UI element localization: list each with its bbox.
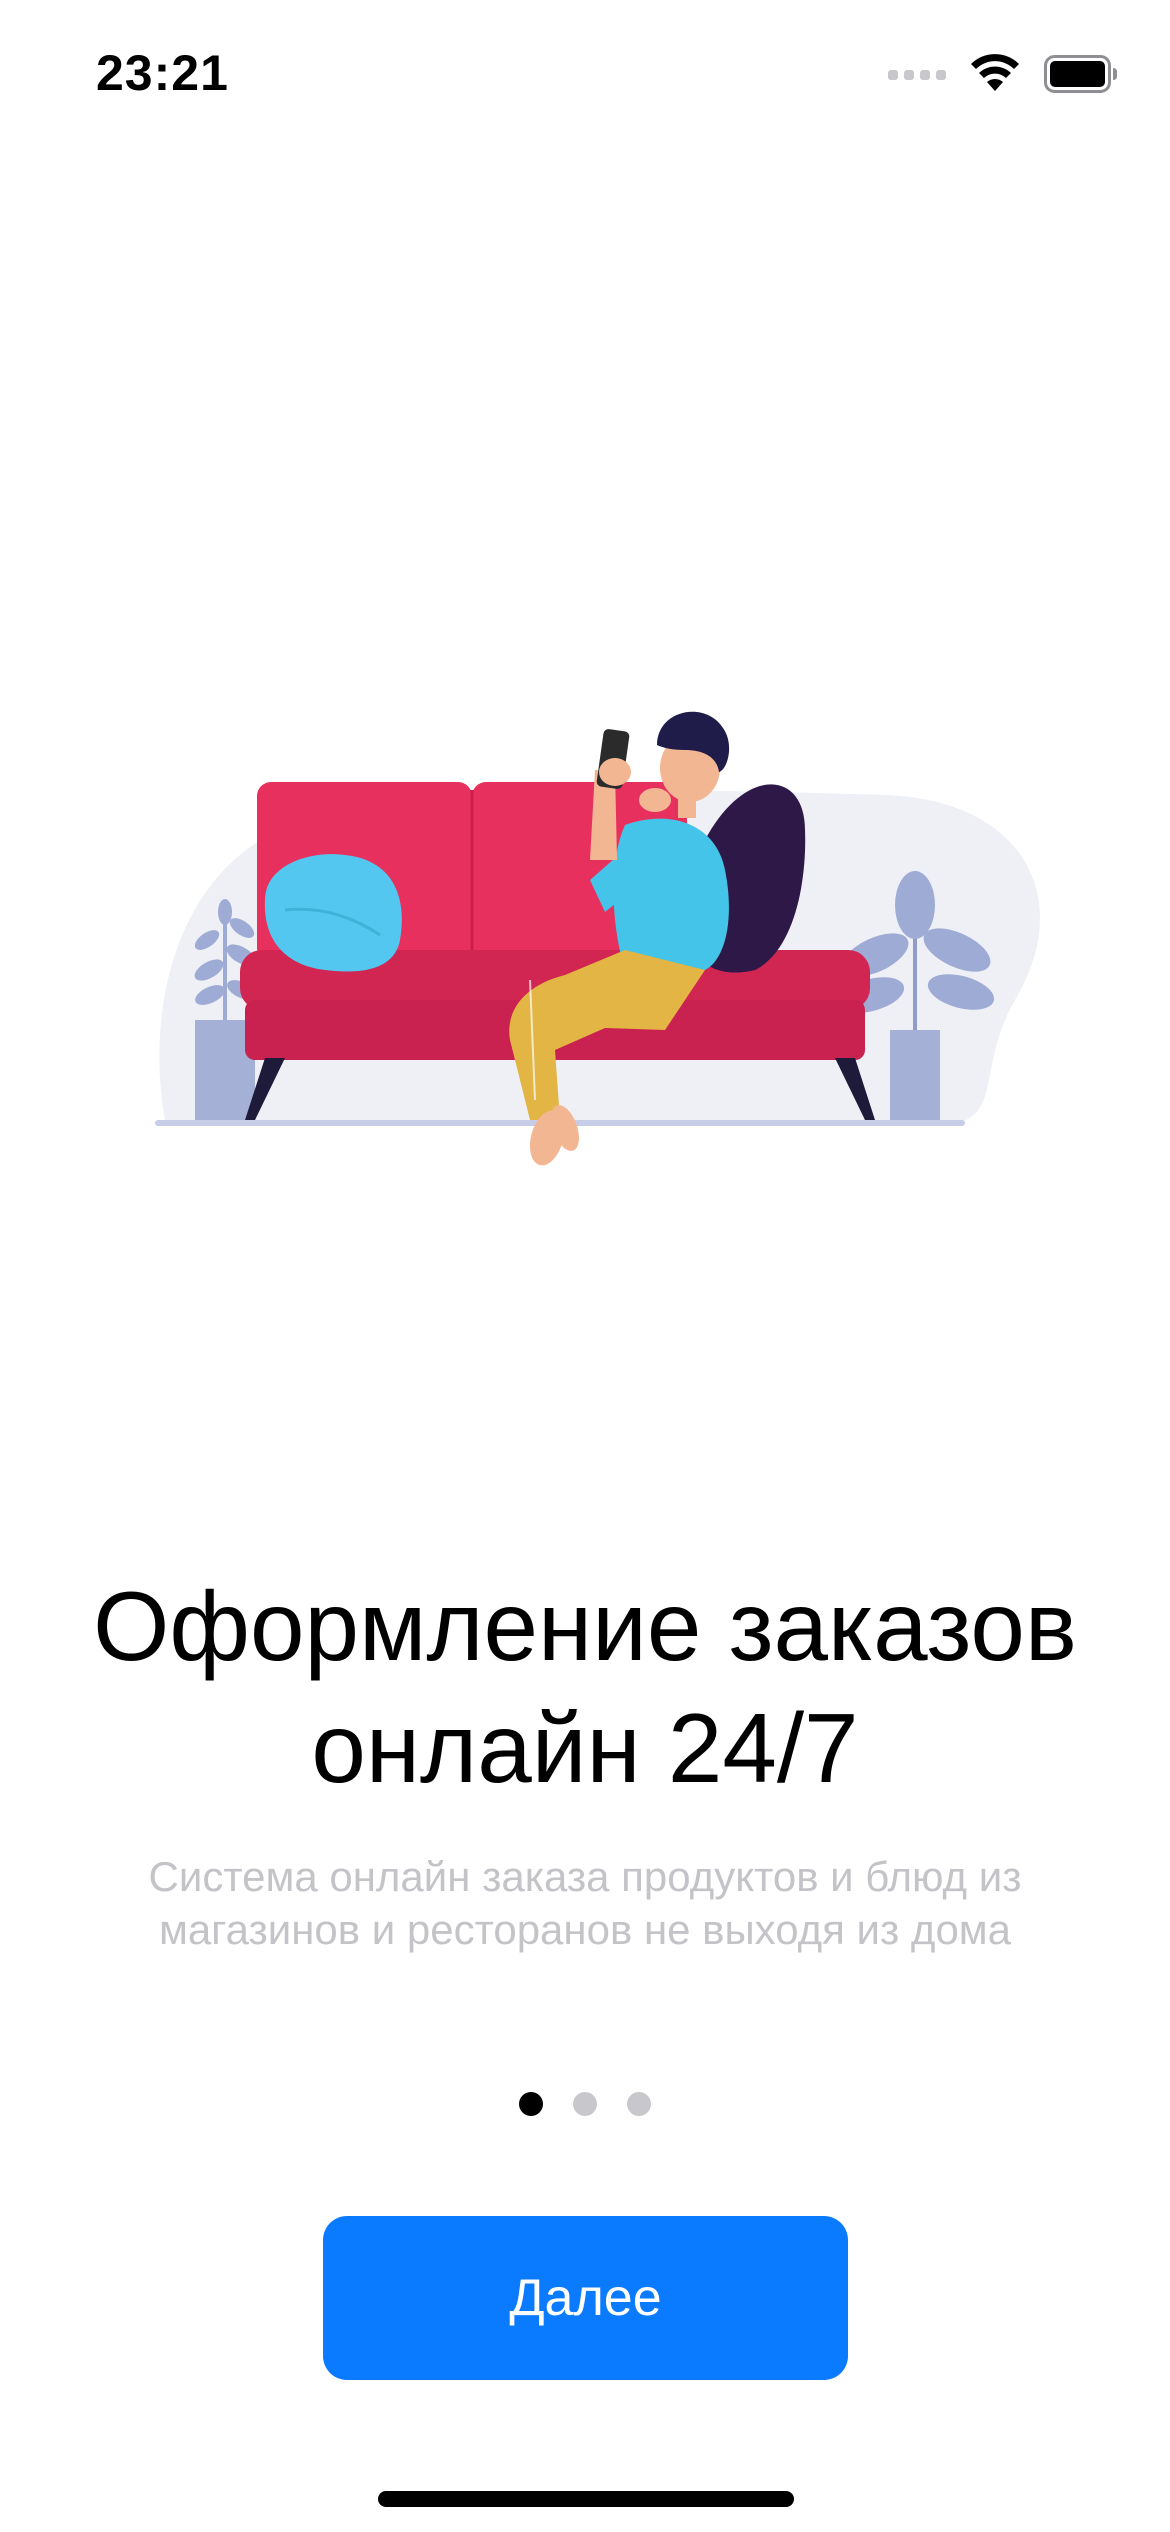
page-dot-3[interactable] xyxy=(627,2092,651,2116)
onboarding-subtitle: Система онлайн заказа продуктов и блюд и… xyxy=(40,1850,1130,1956)
wifi-icon xyxy=(971,54,1019,91)
page-dot-1[interactable] xyxy=(519,2092,543,2116)
subtitle-line-1: Система онлайн заказа продуктов и блюд и… xyxy=(148,1853,1022,1900)
page-dot-2[interactable] xyxy=(573,2092,597,2116)
onboarding-illustration xyxy=(145,650,1055,1190)
signal-icon xyxy=(888,70,946,80)
status-icons xyxy=(888,52,1118,96)
subtitle-line-2: магазинов и ресторанов не выходя из дома xyxy=(158,1906,1012,1953)
onboarding-title: Оформление заказов онлайн 24/7 xyxy=(40,1565,1130,1809)
next-button[interactable]: Далее xyxy=(323,2216,848,2380)
home-indicator[interactable] xyxy=(378,2491,794,2507)
title-line-1: Оформление заказов xyxy=(93,1571,1077,1681)
battery-icon xyxy=(1044,55,1117,93)
status-time: 23:21 xyxy=(96,45,229,101)
title-line-2: онлайн 24/7 xyxy=(311,1693,859,1803)
man-on-sofa-illustration xyxy=(155,711,1040,1166)
status-bar: 23:21 xyxy=(0,0,1170,150)
page-indicator[interactable] xyxy=(0,2092,1170,2116)
